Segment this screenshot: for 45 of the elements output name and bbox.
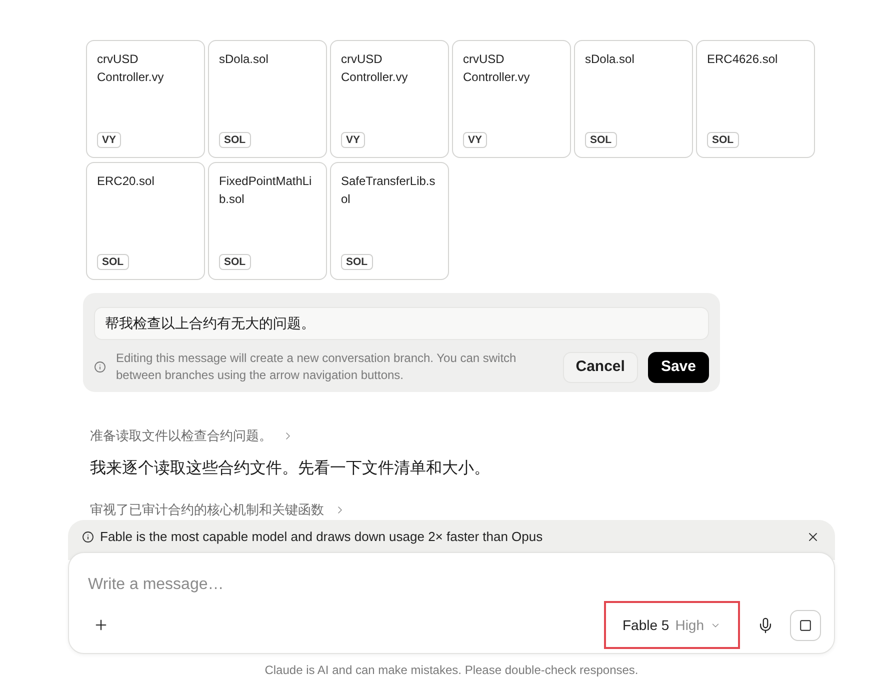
stop-icon [799,618,812,632]
edit-message-field[interactable]: 帮我检查以上合约有无大的问题。 [94,307,709,340]
info-icon [82,531,94,543]
file-name: crvUSD Controller.vy [463,51,531,86]
file-type-badge: SOL [585,132,617,148]
cancel-button[interactable]: Cancel [562,352,638,382]
file-name: ERC20.sol [97,173,156,190]
stop-button[interactable] [790,610,821,640]
thinking-step[interactable]: 准备读取文件以检查合约问题。 [90,426,294,446]
file-name: SafeTransferLib.sol [341,173,436,208]
model-selector[interactable]: Fable 5 High [604,601,740,649]
file-card[interactable]: SafeTransferLib.sol SOL [330,162,449,280]
file-card[interactable]: FixedPointMathLib.sol SOL [208,162,327,280]
file-card[interactable]: ERC4626.sol SOL [696,40,815,158]
file-type-badge: SOL [707,132,739,148]
thinking-step[interactable]: 审视了已审计合约的核心机制和关键函数 [90,500,346,520]
save-button[interactable]: Save [648,352,709,382]
info-icon [94,361,106,373]
file-name: sDola.sol [219,51,270,68]
file-type-badge: SOL [219,254,251,270]
file-card[interactable]: ERC20.sol SOL [86,162,205,280]
file-card[interactable]: crvUSD Controller.vy VY [86,40,205,158]
file-name: crvUSD Controller.vy [97,51,165,86]
file-type-badge: VY [341,132,366,148]
file-name: sDola.sol [585,51,636,68]
file-type-badge: SOL [341,254,373,270]
file-card[interactable]: crvUSD Controller.vy VY [452,40,571,158]
file-name: crvUSD Controller.vy [341,51,409,86]
file-type-badge: VY [97,132,122,148]
file-card[interactable]: sDola.sol SOL [208,40,327,158]
file-type-badge: VY [463,132,488,148]
model-name: Fable 5 [622,616,670,634]
notice-text: Fable is the most capable model and draws down usage 2× faster than Opus [100,528,543,546]
file-name: FixedPointMathLib.sol [219,173,313,208]
file-type-badge: SOL [219,132,251,148]
response-text: 我来逐个读取这些合约文件。先看一下文件清单和大小。 [90,458,490,479]
file-card[interactable]: sDola.sol SOL [574,40,693,158]
close-icon [806,530,820,544]
disclaimer-text: Claude is AI and can make mistakes. Please double-check responses. [264,662,640,678]
file-type-badge: SOL [97,254,129,270]
edit-notice-text: Editing this message will create a new conversation branch. You can switch between branches using the arrow navigation buttons. [116,350,518,384]
file-card[interactable]: crvUSD Controller.vy VY [330,40,449,158]
plus-icon [93,617,109,633]
effort-level: High [675,616,704,635]
file-name: ERC4626.sol [707,51,779,68]
